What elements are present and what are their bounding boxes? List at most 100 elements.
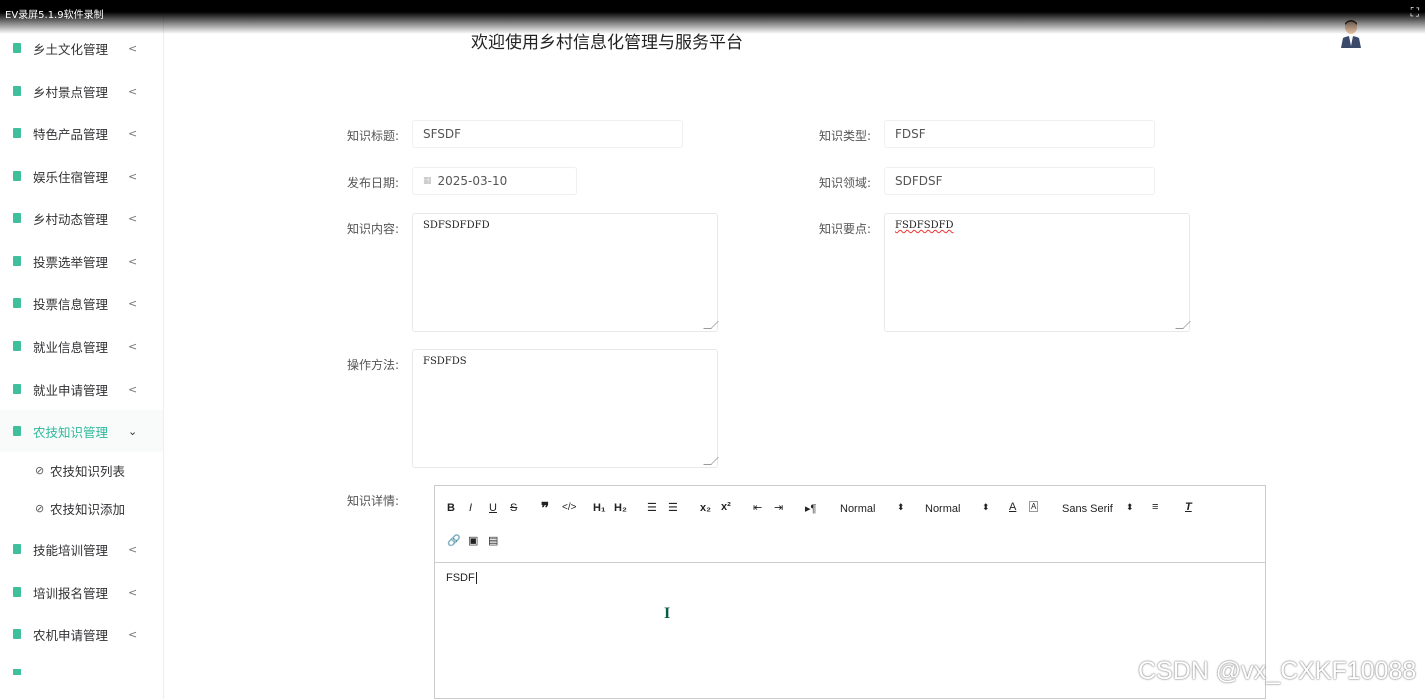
sidebar-item-label: 农机申请管理 <box>33 627 109 643</box>
ordered-list-icon[interactable]: ☰ <box>647 501 657 514</box>
sidebar-item-election[interactable]: 投票选举管理 < <box>0 240 163 282</box>
indent-icon[interactable]: ⇥ <box>774 501 783 514</box>
chevron-left-icon: < <box>128 585 138 599</box>
sidebar-subitem-label: 农技知识添加 <box>50 501 126 517</box>
header1-icon[interactable]: H₁ <box>593 502 606 514</box>
chevron-left-icon: < <box>128 339 138 353</box>
sidebar-item-label: 技能培训管理 <box>33 542 109 558</box>
points-value: FSDFSDFD <box>895 220 954 231</box>
blockquote-icon[interactable]: ❞ <box>541 499 549 517</box>
document-icon <box>13 669 21 675</box>
bullet-list-icon[interactable]: ☰ <box>668 501 678 514</box>
sidebar-item-training[interactable]: 技能培训管理 < <box>0 528 163 570</box>
sidebar-item-label: 就业申请管理 <box>33 382 109 398</box>
text-cursor-icon: I <box>664 605 671 622</box>
sidebar-item-label: 娱乐住宿管理 <box>33 169 109 185</box>
sidebar-item-label: 投票信息管理 <box>33 296 109 312</box>
resize-handle[interactable] <box>703 457 719 465</box>
chevron-left-icon: < <box>128 627 138 641</box>
document-icon <box>13 256 21 266</box>
resize-handle[interactable] <box>1175 321 1191 329</box>
strike-icon[interactable]: S <box>510 502 517 514</box>
check-circle-icon: ⊘ <box>35 501 45 515</box>
points-textarea[interactable]: FSDFSDFD <box>884 213 1191 332</box>
recorder-title: EV录屏5.1.9软件录制 <box>5 10 104 21</box>
sidebar-item-label: 乡土文化管理 <box>33 41 109 57</box>
sidebar-item-label: 乡村动态管理 <box>33 211 109 227</box>
subscript-icon[interactable]: x₂ <box>700 502 711 514</box>
font-select[interactable]: Sans Serif <box>1062 503 1113 515</box>
method-textarea[interactable]: FSDFDS <box>412 349 719 468</box>
sidebar-item-news[interactable]: 乡村动态管理 < <box>0 197 163 239</box>
points-label: 知识要点: <box>819 222 872 236</box>
sidebar-item-vote-info[interactable]: 投票信息管理 < <box>0 282 163 324</box>
header2-icon[interactable]: H₂ <box>614 502 627 514</box>
document-icon <box>13 128 21 138</box>
sidebar-item-lodging[interactable]: 娱乐住宿管理 < <box>0 155 163 197</box>
align-left-icon[interactable]: ≡ <box>1152 501 1158 513</box>
document-icon <box>13 544 21 554</box>
sidebar-subitem-knowledge-list[interactable]: ⊘ 农技知识列表 <box>0 451 163 489</box>
bold-icon[interactable]: B <box>447 502 455 514</box>
field-input[interactable]: SDFDSF <box>884 167 1155 195</box>
outdent-icon[interactable]: ⇤ <box>753 501 762 514</box>
text-direction-icon[interactable]: ▸¶ <box>805 502 816 515</box>
content-label: 知识内容: <box>347 222 400 236</box>
check-circle-icon: ⊘ <box>35 463 45 477</box>
chevron-left-icon: < <box>128 169 138 183</box>
chevron-left-icon: < <box>128 126 138 140</box>
header-select[interactable]: Normal <box>840 503 875 515</box>
chevron-left-icon: < <box>128 211 138 225</box>
size-select[interactable]: Normal <box>925 503 960 515</box>
document-icon <box>13 43 21 53</box>
sidebar-item-label: 农技知识管理 <box>33 424 109 440</box>
content-value: SDFSDFDFD <box>423 220 490 231</box>
sidebar-item-training-signup[interactable]: 培训报名管理 < <box>0 571 163 613</box>
sidebar-item-machinery[interactable]: 农机申请管理 < <box>0 613 163 655</box>
type-label: 知识类型: <box>819 129 872 143</box>
fullscreen-icon[interactable]: ⛶ <box>1411 5 1419 20</box>
sidebar-item-jobs[interactable]: 就业信息管理 < <box>0 325 163 367</box>
sidebar-subitem-knowledge-add[interactable]: ⊘ 农技知识添加 <box>0 489 163 527</box>
date-picker[interactable]: ▦ 2025-03-10 <box>412 167 577 195</box>
sidebar-item-label: 乡村景点管理 <box>33 84 109 100</box>
content-textarea[interactable]: SDFSDFDFD <box>412 213 719 332</box>
document-icon <box>13 341 21 351</box>
resize-handle[interactable] <box>703 321 719 329</box>
document-icon <box>13 384 21 394</box>
clear-format-icon[interactable]: T <box>1185 501 1192 513</box>
recorder-bar: EV录屏5.1.9软件录制 ⛶ <box>0 0 1425 34</box>
editor-toolbar: B I U S ❞ </> H₁ H₂ ☰ ☰ x₂ x² ⇤ ⇥ ▸¶ Nor… <box>435 486 1265 563</box>
title-label: 知识标题: <box>347 129 400 143</box>
sidebar: 乡土文化管理 < 乡村景点管理 < 特色产品管理 < 娱乐住宿管理 < 乡村动态管理 < … <box>0 0 164 699</box>
editor-content[interactable]: FSDF <box>446 572 477 584</box>
code-block-icon[interactable]: </> <box>562 502 576 513</box>
document-icon <box>13 298 21 308</box>
type-input[interactable]: FDSF <box>884 120 1155 148</box>
image-icon[interactable]: ▣ <box>468 534 478 547</box>
superscript-icon[interactable]: x² <box>721 501 731 513</box>
chevron-updown-icon: ⬍ <box>1126 502 1134 512</box>
sidebar-item-products[interactable]: 特色产品管理 < <box>0 112 163 154</box>
sidebar-item-scenic[interactable]: 乡村景点管理 < <box>0 70 163 112</box>
calendar-icon: ▦ <box>423 176 432 186</box>
date-value: 2025-03-10 <box>437 174 508 188</box>
sidebar-item-label: 投票选举管理 <box>33 254 109 270</box>
title-input[interactable]: SFSDF <box>412 120 683 148</box>
link-icon[interactable]: 🔗 <box>447 534 461 547</box>
italic-icon[interactable]: I <box>469 502 472 514</box>
font-color-icon[interactable]: A <box>1009 501 1016 513</box>
underline-icon[interactable]: U <box>489 502 497 514</box>
chevron-down-icon: ⌄ <box>128 424 138 438</box>
sidebar-item-label: 培训报名管理 <box>33 585 109 601</box>
chevron-left-icon: < <box>128 84 138 98</box>
sidebar-item-agri-knowledge[interactable]: 农技知识管理 ⌄ <box>0 410 163 452</box>
editor-text: FSDF <box>446 572 475 584</box>
date-label: 发布日期: <box>347 176 400 190</box>
sidebar-item-job-apply[interactable]: 就业申请管理 < <box>0 368 163 410</box>
background-color-icon[interactable]: A <box>1029 501 1039 512</box>
chevron-updown-icon: ⬍ <box>897 502 905 512</box>
sidebar-item-label: 就业信息管理 <box>33 339 109 355</box>
video-icon[interactable]: ▤ <box>488 534 498 547</box>
document-icon <box>13 171 21 181</box>
